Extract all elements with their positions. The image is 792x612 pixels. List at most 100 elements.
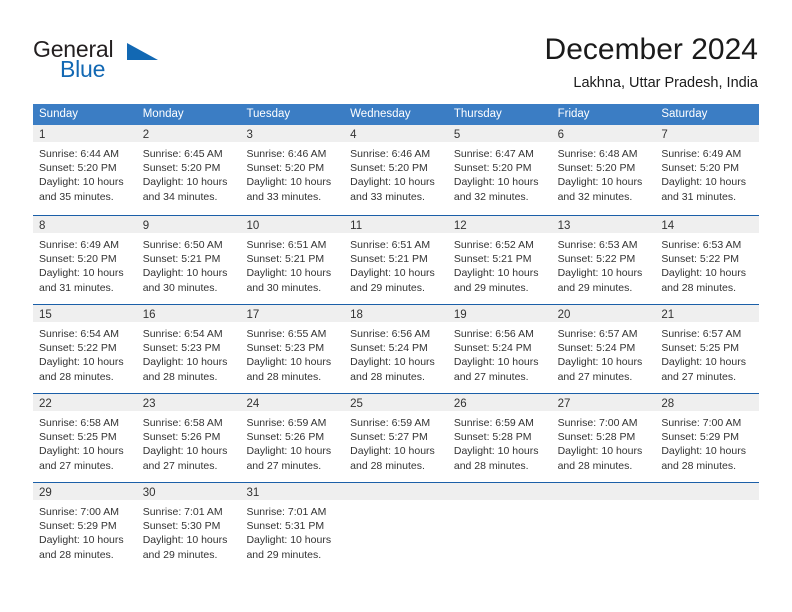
day-number: 28 [661, 398, 675, 410]
day-cell[interactable]: 10 Sunrise: 6:51 AM Sunset: 5:21 PM Dayligh… [240, 216, 345, 304]
day-details: Sunrise: 7:00 AM Sunset: 5:28 PM Daylight:… [552, 411, 656, 473]
day-number-band: 7 [655, 125, 760, 142]
day-detail-line: Sunrise: 6:48 AM [557, 148, 638, 160]
day-cell[interactable]: 3 Sunrise: 6:46 AM Sunset: 5:20 PM Daylight… [240, 125, 345, 215]
day-detail-line: Sunset: 5:29 PM [39, 520, 117, 533]
day-detail-line: Sunrise: 6:50 AM [142, 239, 223, 251]
day-cell[interactable]: 5 Sunrise: 6:47 AM Sunset: 5:20 PM Daylight… [447, 125, 552, 215]
day-detail-line: and 29 minutes. [246, 548, 322, 561]
day-details: Sunrise: 6:49 AM Sunset: 5:20 PM Daylight:… [655, 142, 759, 204]
day-detail-line: Sunset: 5:20 PM [39, 162, 117, 175]
day-cell[interactable]: 19 Sunrise: 6:56 AM Sunset: 5:24 PM Dayligh… [447, 305, 552, 393]
day-number: 30 [142, 487, 156, 499]
day-cell[interactable]: 13 Sunrise: 6:53 AM Sunset: 5:22 PM Dayligh… [551, 216, 656, 304]
day-detail-line: Sunset: 5:28 PM [453, 431, 532, 444]
day-detail-line: Daylight: 10 hours [453, 356, 539, 369]
day-details: Sunrise: 6:46 AM Sunset: 5:20 PM Daylight:… [240, 142, 344, 204]
day-cell[interactable]: 11 Sunrise: 6:51 AM Sunset: 5:21 PM Dayligh… [344, 216, 448, 304]
weekday-header-tuesday: Tuesday [246, 108, 291, 120]
day-detail-line: and 30 minutes. [142, 281, 218, 294]
day-number: 7 [661, 129, 668, 141]
day-number-band [344, 483, 448, 500]
day-cell[interactable]: 27 Sunrise: 7:00 AM Sunset: 5:28 PM Dayligh… [551, 394, 656, 482]
day-details: Sunrise: 7:01 AM Sunset: 5:31 PM Daylight:… [240, 500, 344, 562]
day-detail-line: Daylight: 10 hours [142, 534, 228, 547]
day-cell[interactable]: 21 Sunrise: 6:57 AM Sunset: 5:25 PM Dayligh… [655, 305, 760, 393]
day-details: Sunrise: 6:51 AM Sunset: 5:21 PM Daylight:… [240, 233, 344, 295]
day-detail-line: Sunrise: 6:57 AM [661, 328, 742, 340]
day-cell[interactable]: 31 Sunrise: 7:01 AM Sunset: 5:31 PM Dayligh… [240, 483, 345, 571]
page-header: General Blue December 2024 Lakhna, Uttar… [0, 0, 792, 100]
calendar-week-row: 1 Sunrise: 6:44 AM Sunset: 5:20 PM Daylight… [33, 125, 760, 215]
day-cell[interactable]: 2 Sunrise: 6:45 AM Sunset: 5:20 PM Daylight… [136, 125, 241, 215]
day-detail-line: Sunrise: 6:54 AM [142, 328, 223, 340]
day-details: Sunrise: 6:56 AM Sunset: 5:24 PM Daylight:… [344, 322, 448, 384]
day-detail-line: Daylight: 10 hours [246, 445, 332, 458]
day-details: Sunrise: 6:57 AM Sunset: 5:24 PM Daylight:… [552, 322, 656, 384]
day-cell[interactable]: 6 Sunrise: 6:48 AM Sunset: 5:20 PM Daylight… [551, 125, 656, 215]
day-cell[interactable]: 25 Sunrise: 6:59 AM Sunset: 5:27 PM Dayligh… [344, 394, 448, 482]
day-cell[interactable]: 17 Sunrise: 6:55 AM Sunset: 5:23 PM Dayligh… [240, 305, 345, 393]
day-detail-line: Sunset: 5:21 PM [142, 253, 221, 266]
day-cell[interactable]: 8 Sunrise: 6:49 AM Sunset: 5:20 PM Daylight… [33, 216, 137, 304]
day-number-band: 1 [33, 125, 137, 142]
day-number: 23 [142, 398, 156, 410]
day-number-band: 6 [551, 125, 656, 142]
general-blue-logo[interactable]: General Blue [33, 36, 173, 84]
day-cell[interactable]: 26 Sunrise: 6:59 AM Sunset: 5:28 PM Dayligh… [447, 394, 552, 482]
day-detail-line: and 28 minutes. [350, 370, 425, 383]
day-details: Sunrise: 6:58 AM Sunset: 5:26 PM Daylight:… [137, 411, 241, 473]
day-detail-line: Sunrise: 6:49 AM [661, 148, 742, 160]
day-cell[interactable]: 7 Sunrise: 6:49 AM Sunset: 5:20 PM Daylight… [655, 125, 760, 215]
day-cell[interactable]: 28 Sunrise: 7:00 AM Sunset: 5:29 PM Dayligh… [655, 394, 760, 482]
day-cell[interactable]: 12 Sunrise: 6:52 AM Sunset: 5:21 PM Dayligh… [447, 216, 552, 304]
day-detail-line: Daylight: 10 hours [246, 534, 332, 547]
day-details: Sunrise: 6:53 AM Sunset: 5:22 PM Daylight:… [655, 233, 759, 295]
day-cell[interactable]: 30 Sunrise: 7:01 AM Sunset: 5:30 PM Dayligh… [136, 483, 241, 571]
day-details: Sunrise: 6:50 AM Sunset: 5:21 PM Daylight:… [137, 233, 241, 295]
day-detail-line: Sunset: 5:23 PM [246, 342, 325, 355]
day-detail-line: and 28 minutes. [39, 370, 114, 383]
day-cell[interactable]: 23 Sunrise: 6:58 AM Sunset: 5:26 PM Dayligh… [136, 394, 241, 482]
day-detail-line: Sunrise: 6:56 AM [453, 328, 534, 340]
day-cell[interactable]: 9 Sunrise: 6:50 AM Sunset: 5:21 PM Daylight… [136, 216, 241, 304]
weekday-header-sunday: Sunday [39, 108, 79, 120]
day-number-band: 23 [136, 394, 241, 411]
day-detail-line: Sunrise: 6:55 AM [246, 328, 327, 340]
day-number: 12 [453, 220, 467, 232]
day-detail-line: Sunset: 5:20 PM [557, 162, 636, 175]
day-detail-line: and 27 minutes. [453, 370, 529, 383]
day-detail-line: and 28 minutes. [661, 459, 737, 472]
day-detail-line: Sunrise: 6:46 AM [246, 148, 327, 160]
day-number-band: 3 [240, 125, 345, 142]
day-details: Sunrise: 6:59 AM Sunset: 5:28 PM Daylight:… [448, 411, 552, 473]
day-cell[interactable]: 15 Sunrise: 6:54 AM Sunset: 5:22 PM Dayligh… [33, 305, 137, 393]
day-detail-line: and 29 minutes. [557, 281, 633, 294]
day-cell[interactable]: 4 Sunrise: 6:46 AM Sunset: 5:20 PM Daylight… [344, 125, 448, 215]
day-detail-line: Daylight: 10 hours [142, 356, 228, 369]
day-number: 26 [453, 398, 467, 410]
day-detail-line: and 28 minutes. [453, 459, 529, 472]
day-detail-line: Daylight: 10 hours [39, 176, 124, 189]
calendar-week-row: 15 Sunrise: 6:54 AM Sunset: 5:22 PM Dayligh… [33, 304, 760, 393]
day-detail-line: Sunrise: 6:46 AM [350, 148, 431, 160]
day-detail-line: Daylight: 10 hours [557, 176, 643, 189]
day-number-band: 22 [33, 394, 137, 411]
day-cell[interactable]: 18 Sunrise: 6:56 AM Sunset: 5:24 PM Dayligh… [344, 305, 448, 393]
day-cell[interactable]: 22 Sunrise: 6:58 AM Sunset: 5:25 PM Dayligh… [33, 394, 137, 482]
day-detail-line: Daylight: 10 hours [350, 445, 435, 458]
day-detail-line: Daylight: 10 hours [661, 356, 746, 369]
day-detail-line: Sunset: 5:21 PM [350, 253, 428, 266]
day-number-band: 21 [655, 305, 760, 322]
day-detail-line: and 33 minutes. [350, 190, 425, 203]
day-cell[interactable]: 1 Sunrise: 6:44 AM Sunset: 5:20 PM Daylight… [33, 125, 137, 215]
day-cell[interactable]: 24 Sunrise: 6:59 AM Sunset: 5:26 PM Dayligh… [240, 394, 345, 482]
day-details: Sunrise: 6:56 AM Sunset: 5:24 PM Daylight:… [448, 322, 552, 384]
day-cell[interactable]: 29 Sunrise: 7:00 AM Sunset: 5:29 PM Dayligh… [33, 483, 137, 571]
weekday-header-thursday: Thursday [453, 108, 502, 120]
day-detail-line: Sunrise: 7:00 AM [39, 506, 119, 518]
day-cell[interactable]: 16 Sunrise: 6:54 AM Sunset: 5:23 PM Dayligh… [136, 305, 241, 393]
day-cell[interactable]: 14 Sunrise: 6:53 AM Sunset: 5:22 PM Dayligh… [655, 216, 760, 304]
day-detail-line: and 28 minutes. [39, 548, 114, 561]
day-cell[interactable]: 20 Sunrise: 6:57 AM Sunset: 5:24 PM Dayligh… [551, 305, 656, 393]
